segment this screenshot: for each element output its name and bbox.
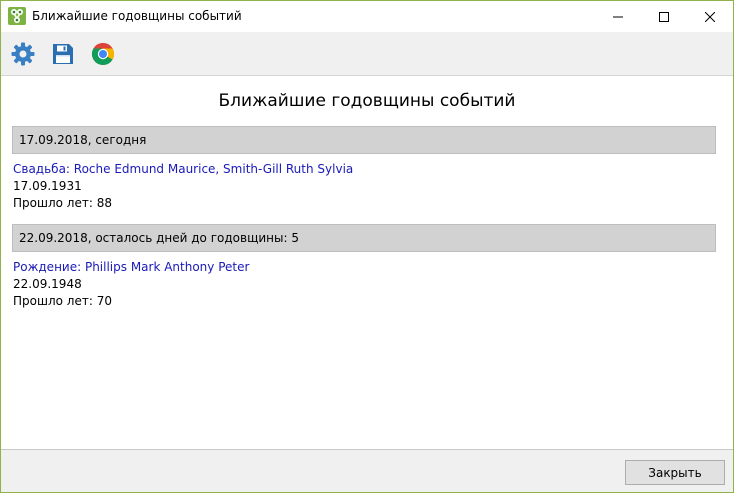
save-button[interactable] bbox=[50, 41, 76, 67]
toolbar bbox=[1, 32, 733, 76]
gear-icon bbox=[11, 42, 35, 66]
title-bar[interactable]: Ближайшие годовщины событий bbox=[1, 1, 733, 32]
maximize-button[interactable] bbox=[641, 1, 687, 32]
settings-button[interactable] bbox=[10, 41, 36, 67]
close-icon bbox=[705, 11, 715, 22]
close-button[interactable]: Закрыть bbox=[625, 460, 725, 485]
minimize-button[interactable] bbox=[595, 1, 641, 32]
event-link[interactable]: Свадьба: Roche Edmund Maurice, Smith-Gil… bbox=[13, 161, 353, 178]
years-passed: Прошло лет: 70 bbox=[13, 294, 112, 308]
event-item: Свадьба: Roche Edmund Maurice, Smith-Gil… bbox=[13, 161, 353, 212]
date-group-header: 17.09.2018, сегодня bbox=[12, 126, 716, 154]
event-item: Рождение: Phillips Mark Anthony Peter 22… bbox=[13, 259, 249, 310]
minimize-icon bbox=[613, 16, 623, 17]
event-link[interactable]: Рождение: Phillips Mark Anthony Peter bbox=[13, 259, 249, 276]
date-group-header: 22.09.2018, осталось дней до годовщины: … bbox=[12, 224, 716, 252]
app-window: Ближайшие годовщины событий Ближайшие го… bbox=[0, 0, 734, 493]
event-date: 17.09.1931 bbox=[13, 179, 82, 193]
save-icon bbox=[53, 44, 73, 64]
maximize-icon bbox=[659, 11, 669, 22]
event-date: 22.09.1948 bbox=[13, 277, 82, 291]
footer-bar: Закрыть bbox=[1, 449, 733, 492]
years-passed: Прошло лет: 88 bbox=[13, 196, 112, 210]
browser-button[interactable] bbox=[90, 41, 116, 67]
report-view[interactable]: Ближайшие годовщины событий 17.09.2018, … bbox=[1, 77, 733, 449]
window-close-button[interactable] bbox=[687, 1, 733, 32]
chrome-icon bbox=[91, 42, 115, 66]
window-title: Ближайшие годовщины событий bbox=[32, 9, 242, 23]
report-title: Ближайшие годовщины событий bbox=[218, 91, 516, 111]
app-tree-icon bbox=[8, 7, 26, 25]
